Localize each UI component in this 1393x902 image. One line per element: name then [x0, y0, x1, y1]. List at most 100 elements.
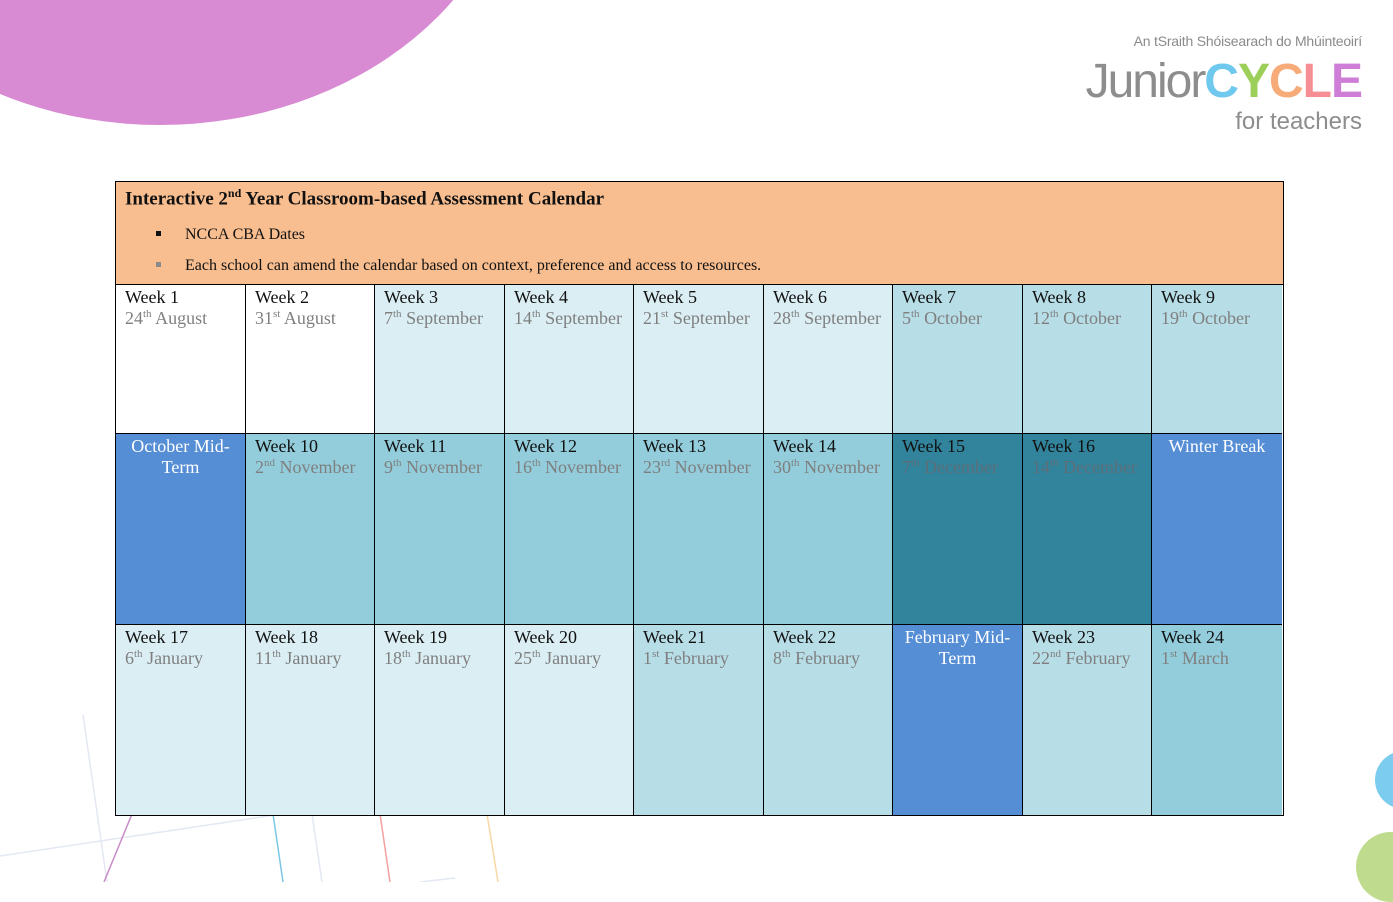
week-start-date: 16th November	[514, 457, 633, 478]
calendar-week-cell[interactable]: Week 17 6th January	[116, 625, 246, 815]
date-day: 14	[514, 308, 532, 328]
date-ordinal-suffix: nd	[1050, 648, 1061, 660]
date-ordinal-suffix: rd	[661, 457, 671, 469]
calendar-break-cell[interactable]: Winter Break	[1152, 434, 1282, 625]
date-day: 7	[902, 457, 911, 477]
assessment-calendar: Interactive 2nd Year Classroom-based Ass…	[115, 181, 1284, 816]
week-label: Week 5	[643, 287, 698, 307]
date-day: 7	[384, 308, 393, 328]
week-start-date: 7th September	[384, 308, 504, 329]
calendar-week-cell[interactable]: Week 22 8th February	[764, 625, 893, 815]
date-ordinal-suffix: th	[911, 457, 920, 469]
week-label: Week 23	[1032, 627, 1096, 647]
date-day: 11	[255, 648, 273, 668]
date-month: October	[1187, 308, 1251, 328]
date-month: September	[799, 308, 882, 328]
week-start-date: 14th September	[514, 308, 633, 329]
calendar-grid: Week 1 24th August Week 2 31st August Week 3…	[116, 285, 1283, 815]
date-day: 19	[1161, 308, 1179, 328]
legend-text: NCCA CBA Dates	[185, 226, 306, 243]
calendar-week-cell[interactable]: Week 2 31st August	[246, 285, 375, 434]
week-label: Week 14	[773, 436, 837, 456]
calendar-week-cell[interactable]: Week 3 7th September	[375, 285, 505, 434]
calendar-week-cell[interactable]: Week 5 21st September	[634, 285, 764, 434]
week-start-date: 24th August	[125, 308, 245, 329]
date-ordinal-suffix: th	[532, 457, 541, 469]
calendar-week-cell[interactable]: Week 16 14th December	[1023, 434, 1152, 625]
week-label: Week 21	[643, 627, 707, 647]
decorative-purple-arc	[0, 0, 520, 125]
calendar-week-cell[interactable]: Week 19 18th January	[375, 625, 505, 815]
date-month: February	[1061, 648, 1131, 668]
calendar-week-cell[interactable]: Week 7 5th October	[893, 285, 1023, 434]
calendar-week-cell[interactable]: Week 24 1st March	[1152, 625, 1282, 815]
calendar-week-cell[interactable]: Week 15 7th December	[893, 434, 1023, 625]
logo-cycle-letter: C	[1204, 55, 1239, 108]
date-month: November	[670, 457, 751, 477]
date-month: August	[151, 308, 208, 328]
calendar-break-cell[interactable]: February Mid-Term	[893, 625, 1023, 815]
calendar-week-cell[interactable]: Week 10 2nd November	[246, 434, 375, 625]
calendar-week-cell[interactable]: Week 4 14th September	[505, 285, 634, 434]
calendar-week-cell[interactable]: Week 6 28th September	[764, 285, 893, 434]
logo-cycle-letter: L	[1302, 55, 1332, 108]
calendar-header: Interactive 2nd Year Classroom-based Ass…	[116, 182, 1283, 285]
date-day: 6	[125, 648, 134, 668]
date-ordinal-suffix: th	[532, 648, 541, 660]
calendar-break-cell[interactable]: October Mid-Term	[116, 434, 246, 625]
date-day: 1	[643, 648, 652, 668]
date-month: March	[1177, 648, 1229, 668]
week-start-date: 12th October	[1032, 308, 1151, 329]
junior-cycle-logo: An tSraith Shóisearach do Mhúinteoirí Ju…	[1086, 30, 1365, 140]
calendar-week-cell[interactable]: Week 14 30th November	[764, 434, 893, 625]
week-label: Week 15	[902, 436, 966, 456]
date-ordinal-suffix: th	[402, 648, 411, 660]
title-suffix: Year Classroom-based Assessment Calendar	[241, 188, 605, 210]
date-ordinal-suffix: th	[782, 648, 791, 660]
date-month: September	[668, 308, 750, 328]
week-label: Week 2	[255, 287, 310, 307]
date-ordinal-suffix: th	[272, 648, 281, 660]
date-month: December	[1058, 457, 1138, 477]
break-label: Winter Break	[1168, 436, 1266, 456]
calendar-week-cell[interactable]: Week 13 23rd November	[634, 434, 764, 625]
calendar-week-cell[interactable]: Week 20 25th January	[505, 625, 634, 815]
date-day: 16	[514, 457, 532, 477]
logo-wordmark: JuniorCYCLE	[1086, 52, 1363, 112]
calendar-week-cell[interactable]: Week 21 1st February	[634, 625, 764, 815]
date-day: 1	[1161, 648, 1170, 668]
week-start-date: 30th November	[773, 457, 892, 478]
title-superscript: nd	[227, 186, 242, 200]
week-start-date: 22nd February	[1032, 648, 1151, 669]
week-start-date: 18th January	[384, 648, 504, 669]
week-label: Week 8	[1032, 287, 1087, 307]
week-label: Week 7	[902, 287, 957, 307]
date-ordinal-suffix: th	[143, 308, 152, 320]
date-ordinal-suffix: th	[1050, 457, 1059, 469]
date-day: 9	[384, 457, 393, 477]
week-start-date: 1st March	[1161, 648, 1282, 669]
logo-cycle-letter: E	[1330, 55, 1363, 108]
week-start-date: 31st August	[255, 308, 374, 329]
date-month: September	[540, 308, 623, 328]
calendar-week-cell[interactable]: Week 18 11th January	[246, 625, 375, 815]
date-ordinal-suffix: th	[393, 308, 402, 320]
date-month: October	[1058, 308, 1122, 328]
week-start-date: 2nd November	[255, 457, 374, 478]
date-month: November	[540, 457, 622, 477]
week-label: Week 18	[255, 627, 319, 647]
week-start-date: 9th November	[384, 457, 504, 478]
week-label: Week 19	[384, 627, 448, 647]
week-label: Week 1	[125, 287, 180, 307]
week-label: Week 12	[514, 436, 578, 456]
calendar-week-cell[interactable]: Week 9 19th October	[1152, 285, 1282, 434]
calendar-week-cell[interactable]: Week 23 22nd February	[1023, 625, 1152, 815]
calendar-week-cell[interactable]: Week 1 24th August	[116, 285, 246, 434]
calendar-week-cell[interactable]: Week 11 9th November	[375, 434, 505, 625]
square-bullet-icon	[156, 230, 161, 236]
calendar-week-cell[interactable]: Week 12 16th November	[505, 434, 634, 625]
calendar-week-cell[interactable]: Week 8 12th October	[1023, 285, 1152, 434]
title-prefix: Interactive 2	[125, 188, 228, 210]
decorative-blue-circle	[1375, 751, 1393, 809]
week-start-date: 19th October	[1161, 308, 1282, 329]
